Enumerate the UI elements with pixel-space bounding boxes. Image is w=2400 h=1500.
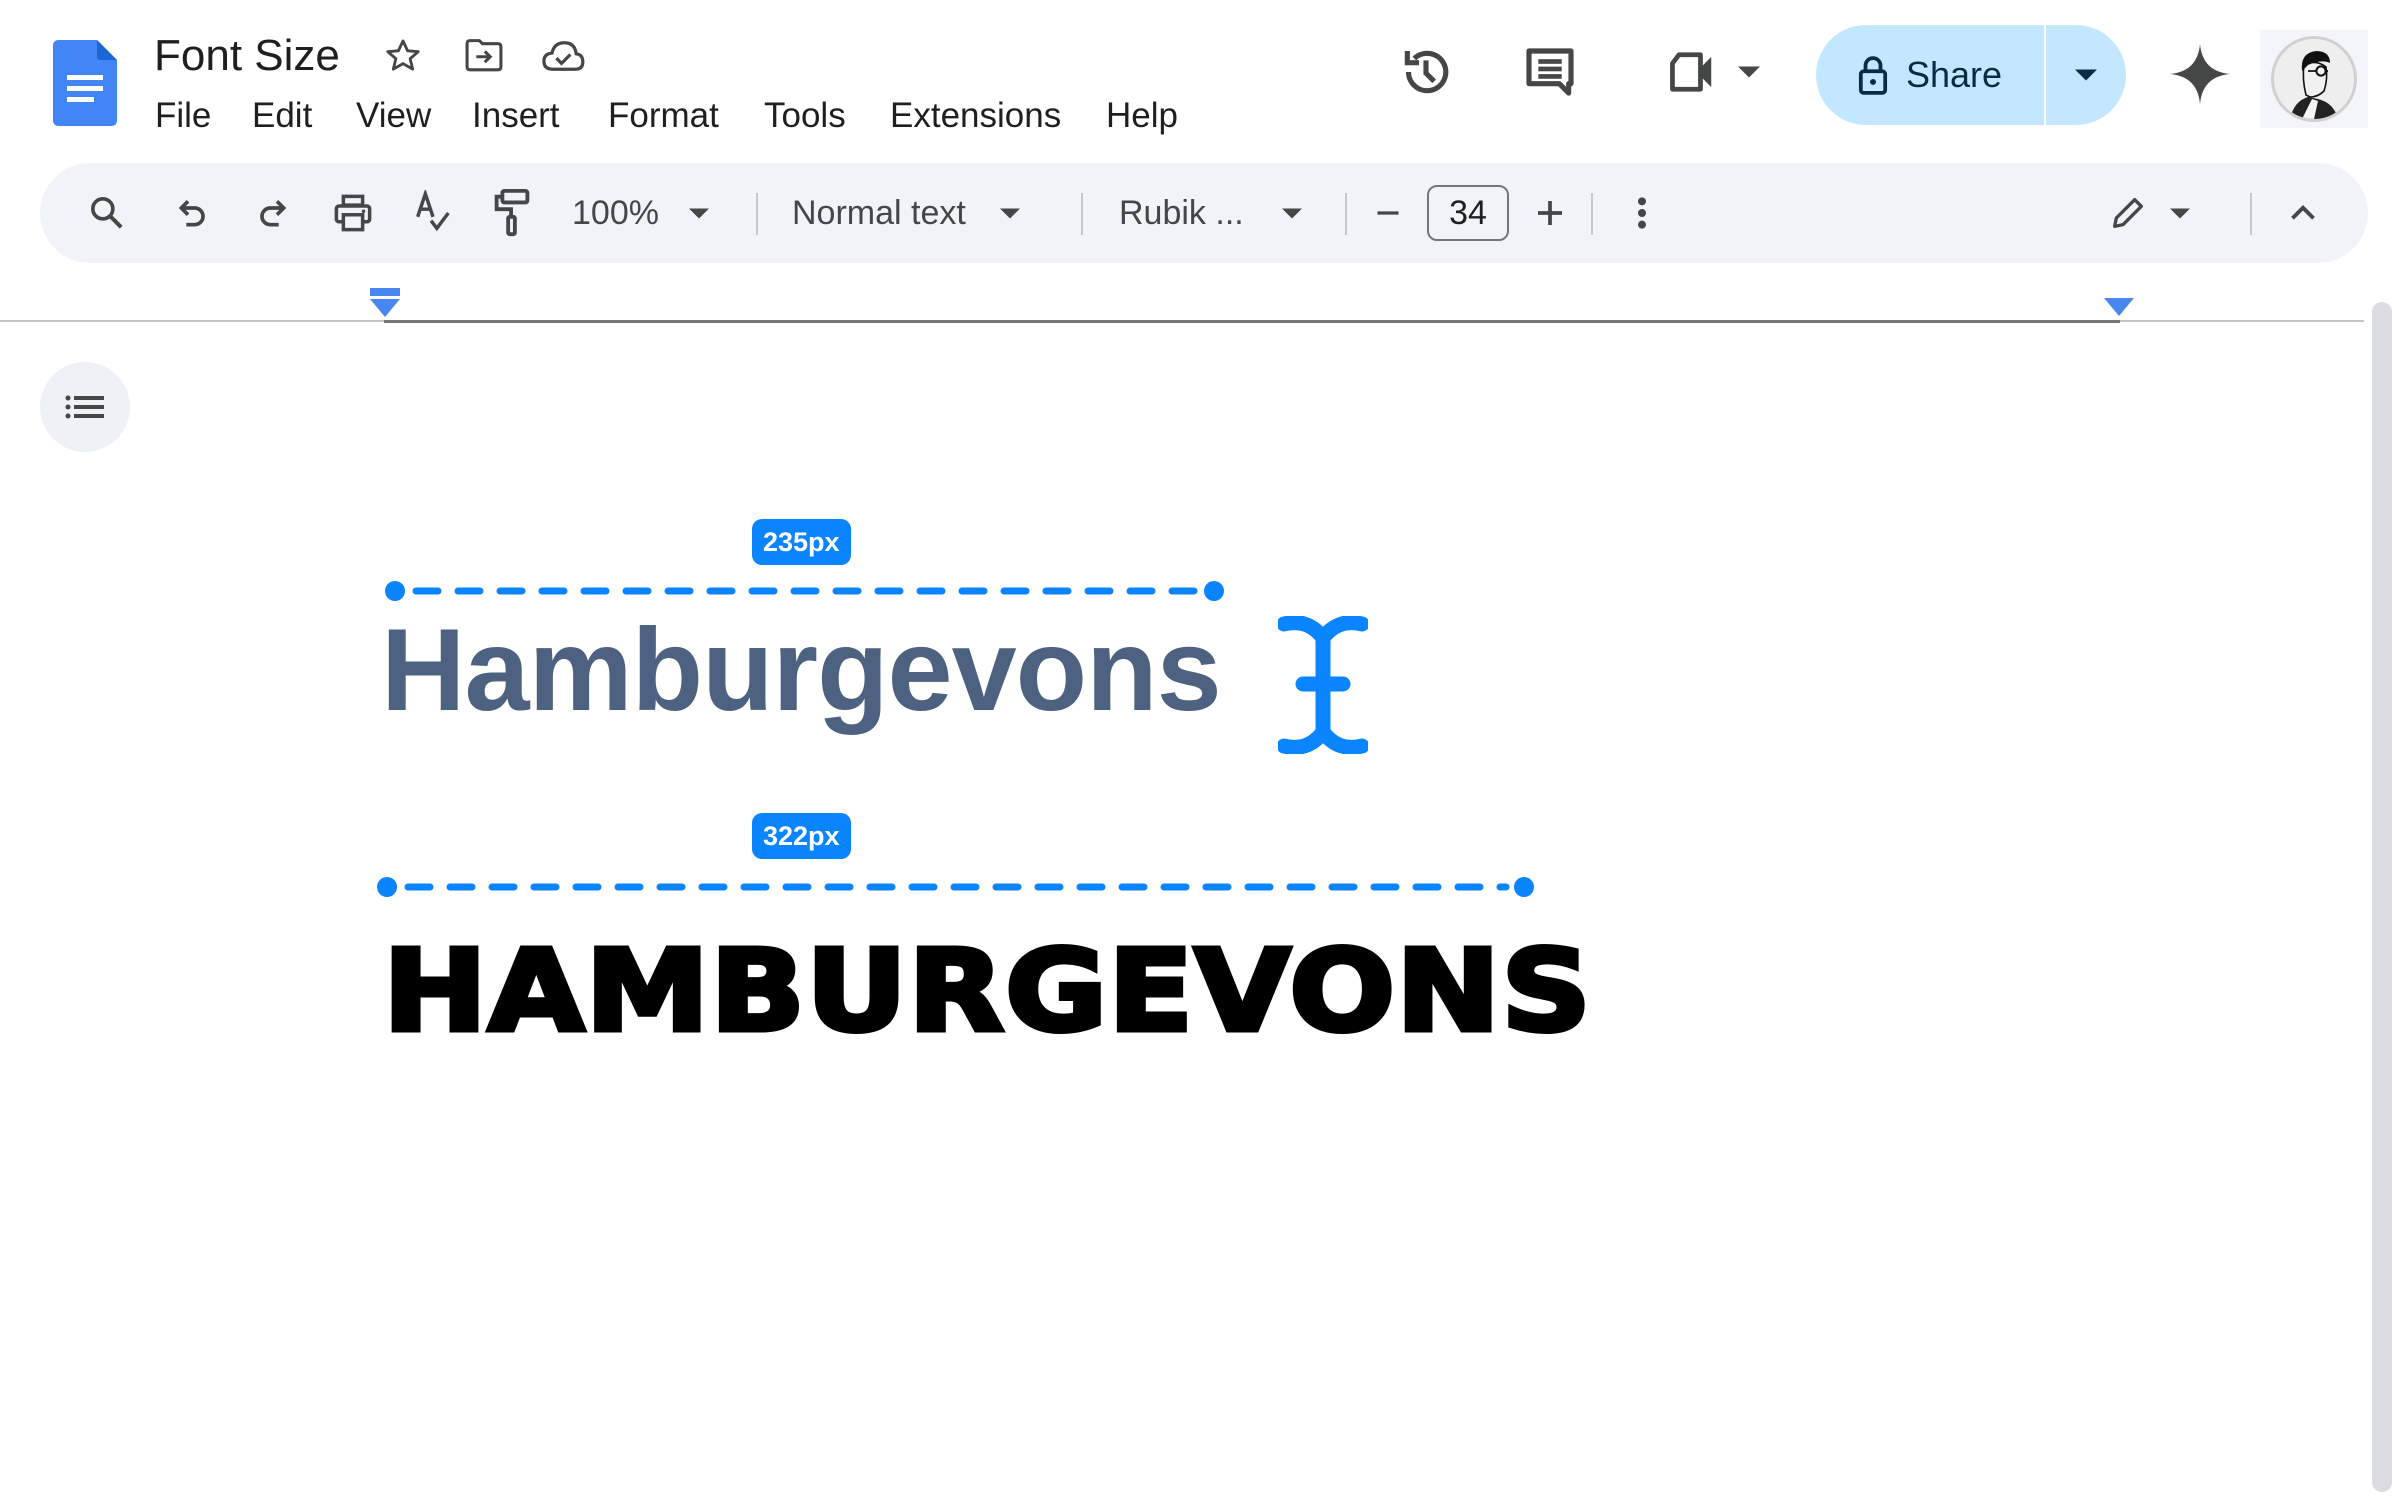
toolbar-divider: [1591, 193, 1593, 235]
minus-icon: [1377, 211, 1399, 215]
star-icon[interactable]: [381, 36, 425, 76]
redo-button[interactable]: [247, 163, 297, 263]
width-measurement-line: [384, 580, 1226, 602]
kebab-menu-icon: [1638, 197, 1646, 229]
share-label: Share: [1905, 54, 2003, 95]
zoom-value: 100%: [572, 193, 659, 232]
decrease-font-size-button[interactable]: [1366, 163, 1410, 263]
menu-help[interactable]: Help: [1104, 92, 1180, 140]
paragraph-style-select[interactable]: Normal text: [792, 163, 1082, 263]
paragraph-style-value: Normal text: [792, 193, 966, 232]
list-icon: [65, 395, 104, 419]
chevron-down-icon: [2170, 208, 2190, 218]
editing-mode-button[interactable]: [2094, 163, 2204, 263]
menu-tools[interactable]: Tools: [762, 92, 848, 140]
share-button-group: Share: [1816, 25, 2126, 125]
sample-text-display[interactable]: HAMBURGEVONS: [380, 922, 1593, 1062]
chevron-down-icon: [688, 208, 709, 218]
chevron-down-icon: [1738, 66, 1760, 78]
lock-icon: [1858, 56, 1888, 95]
toolbar-divider: [1345, 193, 1347, 235]
share-options-button[interactable]: [2046, 25, 2126, 125]
text-cursor-ibeam-icon: [1278, 616, 1368, 754]
chevron-down-icon: [1281, 208, 1302, 218]
chevron-up-icon: [2291, 205, 2315, 220]
undo-button[interactable]: [168, 163, 218, 263]
document-outline-button[interactable]: [40, 362, 130, 452]
menu-insert[interactable]: Insert: [470, 92, 562, 140]
print-icon: [334, 194, 372, 232]
right-indent-marker[interactable]: [2104, 298, 2134, 318]
docs-logo-icon[interactable]: [53, 40, 117, 126]
width-measurement-badge: 322px: [752, 813, 851, 859]
left-indent-marker[interactable]: [370, 288, 400, 320]
width-measurement-line: [376, 876, 1536, 898]
ruler-text-area: [384, 320, 2120, 323]
cloud-saved-icon[interactable]: [541, 36, 585, 76]
document-title[interactable]: Font Size: [154, 28, 340, 84]
menu-edit[interactable]: Edit: [250, 92, 314, 140]
gemini-sparkle-icon[interactable]: [2170, 44, 2230, 104]
hide-menus-button[interactable]: [2278, 163, 2328, 263]
increase-font-size-button[interactable]: [1528, 163, 1572, 263]
zoom-select[interactable]: 100%: [572, 163, 732, 263]
font-family-select[interactable]: Rubik ...: [1119, 163, 1359, 263]
share-button[interactable]: Share: [1816, 25, 2044, 125]
vertical-scrollbar[interactable]: [2372, 302, 2392, 1492]
avatar: [2271, 36, 2357, 122]
font-family-value: Rubik ...: [1119, 193, 1244, 232]
chevron-down-icon: [999, 208, 1020, 218]
comments-icon[interactable]: [1520, 42, 1580, 102]
menu-view[interactable]: View: [354, 92, 433, 140]
toolbar-divider: [2250, 193, 2252, 235]
redo-icon: [260, 200, 287, 227]
chevron-down-icon: [2075, 69, 2097, 81]
search-icon: [91, 197, 123, 229]
account-avatar-button[interactable]: [2260, 30, 2368, 128]
menu-extensions[interactable]: Extensions: [888, 92, 1063, 140]
toolbar-divider: [756, 193, 758, 235]
menu-format[interactable]: Format: [606, 92, 721, 140]
menu-file[interactable]: File: [153, 92, 213, 140]
video-call-icon: [1670, 52, 1712, 92]
width-measurement-badge: 235px: [752, 519, 851, 565]
pencil-icon: [2113, 198, 2143, 228]
paint-format-button[interactable]: [487, 163, 537, 263]
version-history-icon[interactable]: [1396, 42, 1456, 102]
sample-text-regular[interactable]: Hamburgevons: [381, 600, 1222, 740]
video-call-button[interactable]: [1658, 42, 1768, 102]
formatting-toolbar: 100% Normal text Rubik ... 34: [40, 163, 2368, 263]
toolbar-divider: [1081, 193, 1083, 235]
more-options-button[interactable]: [1622, 163, 1662, 263]
print-button[interactable]: [328, 163, 378, 263]
paint-format-icon: [494, 188, 530, 237]
spelling-check-button[interactable]: [408, 163, 458, 263]
font-size-input[interactable]: 34: [1427, 185, 1509, 241]
move-to-folder-icon[interactable]: [462, 36, 506, 76]
plus-icon: [1538, 201, 1562, 225]
undo-icon: [178, 200, 205, 227]
search-menus-button[interactable]: [82, 163, 132, 263]
spellcheck-icon: [416, 190, 450, 232]
